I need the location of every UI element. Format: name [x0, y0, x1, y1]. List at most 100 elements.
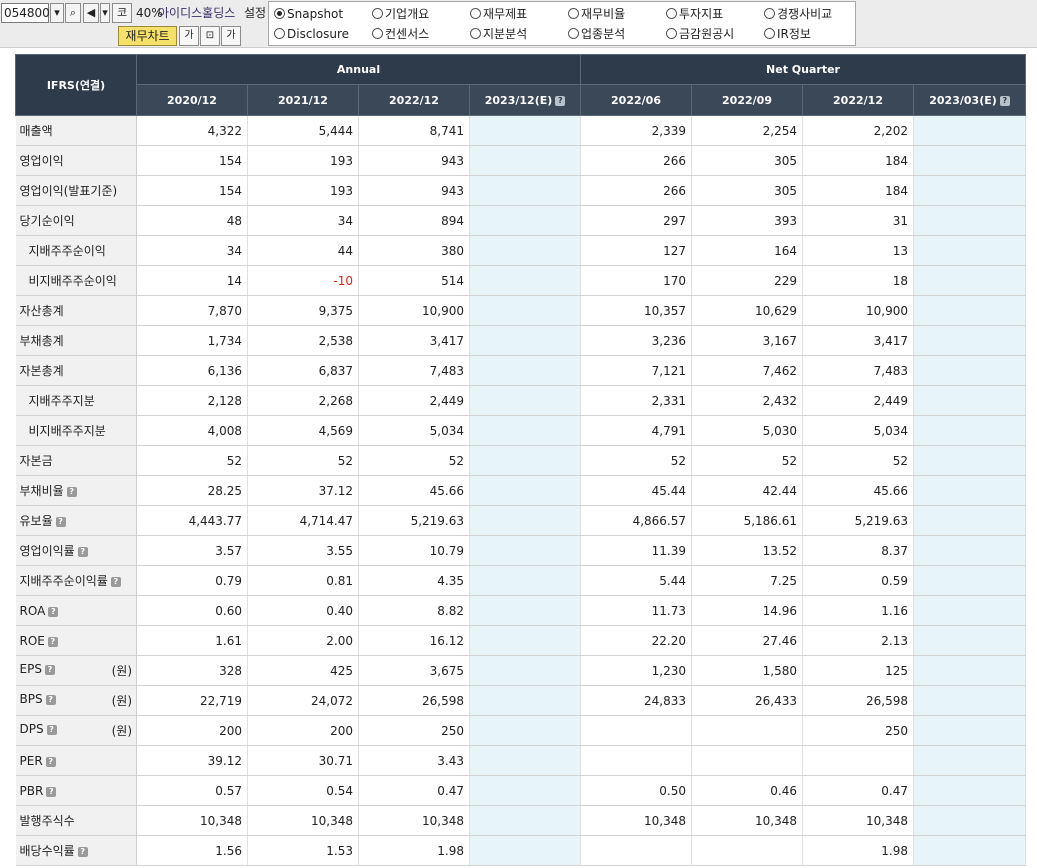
radio-icon	[568, 8, 579, 19]
unit-label: (원)	[111, 724, 132, 738]
table-cell: 10,348	[802, 805, 915, 836]
table-cell: 52	[358, 445, 470, 476]
help-icon[interactable]: ?	[45, 756, 56, 767]
table-cell: 1,580	[691, 655, 804, 686]
table-cell: 943	[358, 145, 470, 176]
speaker-dropdown-icon[interactable]: ▾	[100, 3, 110, 23]
table-cell: 5,034	[358, 415, 470, 446]
help-icon[interactable]: ?	[46, 725, 57, 735]
table-cell: 1.53	[247, 835, 359, 866]
tab-shareholding[interactable]: 지분분석	[470, 24, 527, 44]
table-cell: 127	[580, 235, 693, 266]
code-label[interactable]: 코	[112, 3, 132, 23]
table-cell	[469, 505, 582, 536]
financial-chart-button[interactable]: 재무차트	[118, 26, 177, 46]
help-icon[interactable]: ?	[77, 847, 88, 857]
financial-highlight-table: IFRS(연결) Annual Net Quarter 2020/12 2021/…	[15, 54, 1027, 866]
speaker-icon[interactable]: ◀	[83, 3, 99, 23]
help-icon[interactable]: ?	[47, 636, 58, 647]
chevron-down-icon[interactable]: ▾	[50, 3, 64, 23]
row-label-text: 영업이익	[19, 154, 64, 168]
row-label: 발행주식수	[15, 805, 137, 836]
table-cell: 5.44	[580, 565, 693, 596]
radio-icon	[372, 8, 383, 19]
row-label-text: 매출액	[19, 124, 53, 138]
table-cell	[469, 205, 582, 236]
radio-icon	[666, 28, 677, 39]
table-cell: 42.44	[691, 475, 804, 506]
tab-financial-ratios[interactable]: 재무비율	[568, 4, 625, 24]
table-cell: 7,121	[580, 355, 693, 386]
row-label: 매출액	[15, 115, 137, 146]
tab-ir-info[interactable]: IR정보	[764, 24, 811, 44]
table-cell: 7,483	[802, 355, 915, 386]
unit-label: (원)	[111, 694, 132, 708]
table-cell	[913, 565, 1027, 596]
help-icon[interactable]: ?	[46, 786, 57, 797]
table-cell	[913, 205, 1027, 236]
table-cell	[913, 175, 1027, 206]
help-icon[interactable]: ?	[77, 547, 88, 557]
row-label: 영업이익률?	[15, 535, 137, 566]
tab-fss-disclosure[interactable]: 금감원공시	[666, 24, 734, 44]
row-label: 부채총계	[15, 325, 137, 356]
table-cell	[469, 115, 582, 146]
settings-button[interactable]: 설정	[244, 3, 266, 23]
row-label-text: 영업이익률	[19, 544, 75, 558]
tab-disclosure[interactable]: Disclosure	[274, 24, 349, 44]
help-icon[interactable]: ?	[110, 577, 121, 587]
table-cell: 39.12	[136, 745, 248, 776]
font-smaller-button[interactable]: 가	[179, 26, 199, 46]
table-cell: 2,268	[247, 385, 359, 416]
tab-industry-analysis[interactable]: 업종분석	[568, 24, 625, 44]
table-row: 배당수익률? 1.56 1.53 1.98 1.98	[15, 835, 1027, 866]
help-icon[interactable]: ?	[555, 95, 566, 106]
search-icon[interactable]: ⌕	[65, 3, 81, 23]
table-cell: 3.43	[358, 745, 470, 776]
tab-consensus[interactable]: 컨센서스	[372, 24, 429, 44]
help-icon[interactable]: ?	[44, 665, 55, 675]
table-row: 발행주식수 10,348 10,348 10,348 10,348 10,348 10,34…	[15, 805, 1027, 836]
tab-competitor-comparison[interactable]: 경쟁사비교	[764, 4, 832, 24]
table-cell: 52	[691, 445, 804, 476]
tab-snapshot[interactable]: Snapshot	[274, 4, 343, 24]
table-cell: 10,357	[580, 295, 693, 326]
table-cell	[913, 655, 1027, 686]
radio-icon	[274, 8, 285, 19]
table-cell	[913, 715, 1027, 746]
tab-label: 재무비율	[581, 7, 626, 21]
help-icon[interactable]: ?	[48, 606, 59, 617]
tab-label: 기업개요	[385, 7, 430, 21]
help-icon[interactable]: ?	[55, 517, 66, 527]
table-cell: 52	[136, 445, 248, 476]
table-cell: 24,833	[580, 685, 693, 716]
print-icon[interactable]: ⊡	[200, 26, 220, 46]
table-cell: 37.12	[247, 475, 359, 506]
table-cell: 22,719	[136, 685, 248, 716]
tab-company-overview[interactable]: 기업개요	[372, 4, 429, 24]
corner-header: IFRS(연결)	[15, 54, 137, 116]
help-icon[interactable]: ?	[45, 695, 56, 705]
row-label: ROA?	[15, 595, 137, 626]
row-label: ROE?	[15, 625, 137, 656]
row-label: 비지배주주지분	[15, 415, 137, 446]
tab-financial-statements[interactable]: 재무제표	[470, 4, 527, 24]
table-cell: 8,741	[358, 115, 470, 146]
table-cell: 250	[802, 715, 915, 746]
table-cell: 1.98	[358, 835, 470, 866]
stock-code-input[interactable]: 054800	[1, 3, 50, 23]
table-row: 영업이익(발표기준) 154 193 943 266 305 184	[15, 175, 1027, 206]
tab-investment-indicators[interactable]: 투자지표	[666, 4, 723, 24]
help-icon[interactable]: ?	[999, 95, 1010, 106]
font-larger-button[interactable]: 가	[221, 26, 241, 46]
table-cell: 2,339	[580, 115, 693, 146]
row-label: 비지배주주순이익	[15, 265, 137, 296]
table-cell: 7,462	[691, 355, 804, 386]
table-cell	[469, 625, 582, 656]
table-cell: 52	[802, 445, 915, 476]
table-cell: 2,538	[247, 325, 359, 356]
radio-icon	[764, 28, 775, 39]
table-cell: 7.25	[691, 565, 804, 596]
table-cell: 0.59	[802, 565, 915, 596]
help-icon[interactable]: ?	[66, 487, 77, 497]
